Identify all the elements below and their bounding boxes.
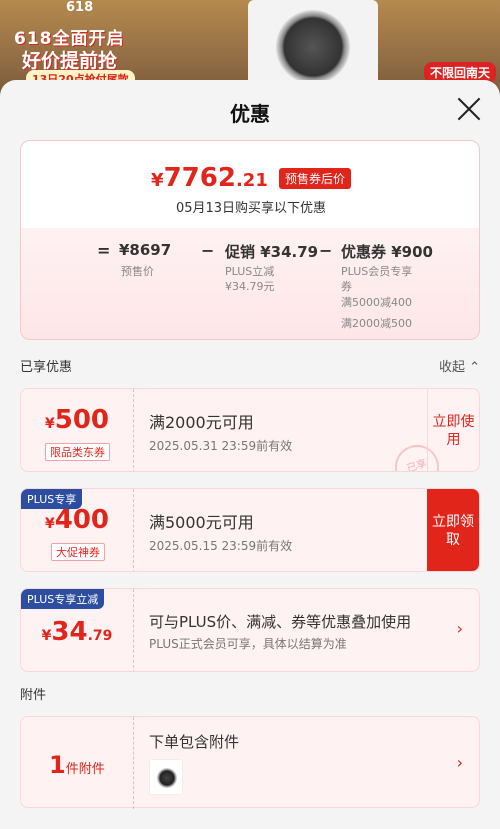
promo-sub-value: ¥34.79元 bbox=[225, 280, 275, 293]
coupon-card: ¥500 限品类东券 满2000元可用 2025.05.31 23:59前有效 … bbox=[20, 388, 480, 472]
promo-sub: PLUS立减 bbox=[225, 265, 275, 278]
coupon-validity: 2025.05.15 23:59前有效 bbox=[149, 539, 293, 553]
coupon-condition: 满2000元可用 bbox=[149, 413, 254, 432]
attachment-desc: 下单包含附件 bbox=[149, 733, 240, 751]
coupon-type-badge: 限品类东券 bbox=[45, 443, 110, 461]
coupon-rule: 满5000减400 bbox=[341, 296, 412, 309]
use-coupon-button[interactable]: 立即使用 bbox=[427, 389, 479, 471]
coupon-type-badge: 大促神券 bbox=[51, 543, 105, 561]
close-icon[interactable] bbox=[456, 96, 482, 122]
plus-discount-note: PLUS正式会员可享，具体以结算为准 bbox=[149, 637, 347, 651]
banner-subheadline: 好价提前抢 bbox=[22, 50, 118, 72]
plus-discount-desc: 可与PLUS价、满减、券等优惠叠加使用 bbox=[149, 613, 412, 631]
chevron-right-icon[interactable]: › bbox=[457, 619, 463, 638]
minus-sign: − bbox=[319, 241, 333, 260]
final-price-tag: 预售券后价 bbox=[278, 167, 351, 189]
chevron-right-icon[interactable]: › bbox=[457, 753, 463, 772]
claim-coupon-button[interactable]: 立即领取 bbox=[427, 489, 479, 571]
discount-sheet: 优惠 ¥7762.21 预售券后价 05月13日购买享以下优惠 = ¥8697 … bbox=[0, 80, 500, 829]
minus-sign: − bbox=[201, 241, 215, 260]
promo-amount: 促销 ¥34.79 bbox=[225, 243, 319, 261]
attachment-thumbnail bbox=[149, 759, 183, 795]
attachment-count: 1件附件 bbox=[49, 751, 105, 779]
coupon-rule: 满2000减500 bbox=[341, 317, 412, 330]
attachment-section-title: 附件 bbox=[20, 688, 47, 703]
final-price-row: ¥7762.21 预售券后价 bbox=[21, 163, 481, 193]
coupon-sub: PLUS会员专享 bbox=[341, 265, 413, 278]
collapse-button[interactable]: 收起 ⌃ bbox=[439, 356, 480, 375]
price-breakdown-card: ¥7762.21 预售券后价 05月13日购买享以下优惠 = ¥8697 预售价… bbox=[20, 140, 480, 340]
coupon-validity: 2025.05.31 23:59前有效 bbox=[149, 439, 293, 453]
coupon-value: ¥500 bbox=[44, 405, 110, 435]
enjoyed-discounts-title: 已享优惠 bbox=[20, 360, 73, 375]
plus-discount-card[interactable]: PLUS专享立减 ¥34.79 可与PLUS价、满减、券等优惠叠加使用 PLUS… bbox=[20, 588, 480, 672]
plus-discount-tag: PLUS专享立减 bbox=[21, 589, 105, 609]
sheet-title: 优惠 bbox=[230, 102, 270, 126]
coupon-sub: 券 bbox=[341, 280, 352, 293]
attachment-card[interactable]: 1件附件 下单包含附件 › bbox=[20, 716, 480, 809]
banner-brand: 618 bbox=[66, 0, 94, 15]
coupon-condition: 满5000元可用 bbox=[149, 513, 254, 532]
final-price: ¥7762.21 bbox=[151, 163, 268, 193]
coupon-amount: 优惠券 ¥900 bbox=[341, 243, 433, 261]
coupon-card: PLUS专享 ¥400 大促神券 满5000元可用 2025.05.15 23:… bbox=[20, 488, 480, 572]
plus-discount-value: ¥34.79 bbox=[41, 617, 113, 647]
equals-sign: = bbox=[97, 241, 111, 260]
coupon-value: ¥400 bbox=[44, 505, 110, 535]
purchase-date-note: 05月13日购买享以下优惠 bbox=[175, 201, 327, 216]
presale-price: ¥8697 bbox=[119, 241, 172, 259]
presale-label: 预售价 bbox=[121, 265, 154, 278]
